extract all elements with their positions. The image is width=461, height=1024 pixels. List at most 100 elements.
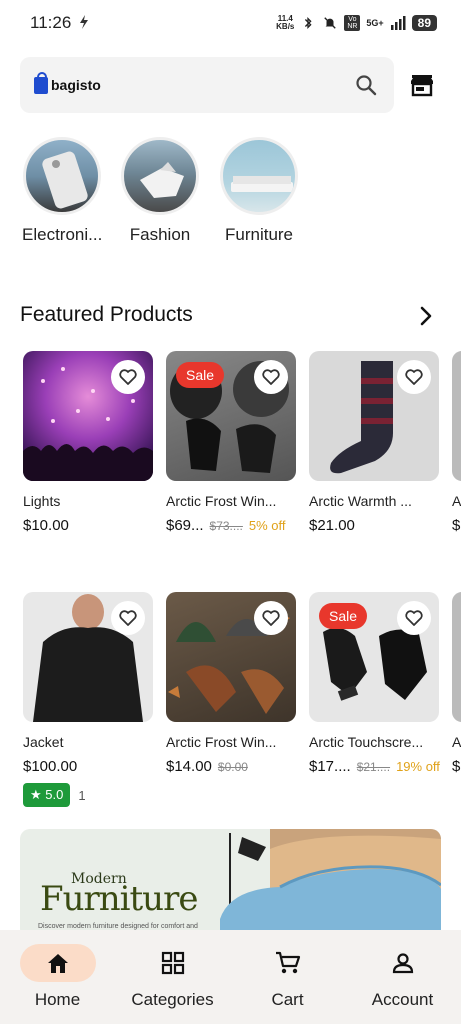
product-image	[23, 592, 153, 722]
product-name: Arctic Warmth ...	[309, 493, 412, 509]
wishlist-button[interactable]	[397, 601, 431, 635]
original-price: $0.00	[217, 760, 248, 774]
category-image	[121, 137, 199, 215]
nav-pill	[135, 944, 211, 982]
product-price: $100.00	[23, 758, 78, 775]
original-price: $21....	[356, 760, 391, 774]
rating-count: 1	[78, 787, 86, 803]
wishlist-button[interactable]	[111, 360, 145, 394]
price-row: $100.00	[23, 758, 153, 775]
category-electronics[interactable]: Electroni...	[22, 137, 102, 245]
nav-label: Cart	[271, 990, 304, 1009]
rating-badge: ★ 5.0	[23, 783, 71, 807]
product-price: $14.00	[166, 758, 212, 775]
product-price: $10.00	[23, 517, 69, 534]
battery-indicator: 89	[411, 15, 437, 31]
product-card-partial[interactable]: A $	[452, 351, 461, 534]
sale-badge: Sale	[176, 362, 225, 388]
product-name: Arctic Touchscre...	[309, 734, 424, 750]
bluetooth-icon	[305, 17, 312, 29]
signal-icon	[390, 16, 406, 30]
banner-title: Furniture	[40, 879, 198, 919]
search-bar[interactable]: bagisto	[20, 57, 394, 113]
shopping-bag-icon	[34, 71, 48, 94]
product-card-arctic-frost[interactable]: Sale Arctic Frost Win... $69... $73.... …	[166, 351, 296, 534]
product-image	[23, 351, 153, 481]
category-label: Fashion	[129, 225, 191, 244]
product-card-arctic-frost-2[interactable]: Arctic Frost Win... $14.00 $0.00	[166, 592, 296, 775]
product-image	[452, 351, 461, 481]
promo-banner[interactable]: Modern Furniture Discover modern furnitu…	[20, 829, 441, 939]
heart-icon	[405, 369, 423, 385]
heart-icon	[405, 610, 423, 626]
heart-icon	[262, 610, 280, 626]
price-row: $69... $73.... 5% off	[166, 517, 296, 534]
status-indicators: 11.4 KB/s Vo NR 5G+ 89	[276, 15, 437, 31]
wishlist-button[interactable]	[111, 601, 145, 635]
nav-home[interactable]: Home	[0, 930, 115, 1024]
discount-label: 5% off	[248, 518, 286, 533]
home-icon	[47, 954, 68, 973]
product-image: Sale	[166, 351, 296, 481]
activity-icon	[79, 14, 89, 32]
bagisto-logo: bagisto	[34, 71, 101, 94]
product-card-lights[interactable]: Lights $10.00	[23, 351, 153, 534]
banner-subtitle: Discover modern furniture designed for c…	[38, 923, 198, 930]
product-price: $	[452, 758, 461, 775]
discount-label: 19% off	[396, 759, 440, 774]
cart-icon	[275, 951, 300, 974]
mute-icon	[324, 17, 337, 29]
category-image	[220, 137, 298, 215]
heart-icon	[119, 610, 137, 626]
product-card-partial[interactable]: A $	[452, 592, 461, 775]
featured-products-title: Featured Products	[20, 303, 193, 326]
category-label: Furniture	[224, 225, 294, 244]
rating-row: ★ 5.0 1	[23, 783, 153, 807]
product-card-jacket[interactable]: Jacket $100.00 ★ 5.0 1	[23, 592, 153, 807]
product-price: $69...	[166, 517, 204, 534]
product-image	[309, 351, 439, 481]
heart-icon	[119, 369, 137, 385]
product-price: $17....	[309, 758, 351, 775]
product-card-arctic-touchscreen[interactable]: Sale Arctic Touchscre... $17.... $21....…	[309, 592, 440, 775]
product-name: Arctic Frost Win...	[166, 734, 277, 750]
product-card-arctic-warmth[interactable]: Arctic Warmth ... $21.00	[309, 351, 439, 534]
status-time: 11:26	[30, 13, 72, 32]
sale-badge: Sale	[319, 603, 368, 629]
product-image	[166, 592, 296, 722]
product-name: Jacket	[23, 734, 64, 750]
wishlist-button[interactable]	[397, 360, 431, 394]
volte-badge: Vo NR	[344, 15, 361, 31]
price-row: $	[452, 758, 461, 775]
nav-label: Categories	[131, 990, 214, 1009]
nav-account[interactable]: Account	[345, 930, 460, 1024]
nav-label: Account	[371, 990, 434, 1009]
product-name: Lights	[23, 493, 61, 509]
price-row: $10.00	[23, 517, 153, 534]
nav-categories[interactable]: Categories	[115, 930, 230, 1024]
chevron-right-icon[interactable]	[414, 304, 438, 328]
search-icon[interactable]	[354, 73, 378, 97]
product-price: $	[452, 517, 461, 534]
price-row: $17.... $21.... 19% off	[309, 758, 440, 775]
star-icon: ★	[30, 787, 42, 802]
product-image: Sale	[309, 592, 439, 722]
wishlist-button[interactable]	[254, 601, 288, 635]
category-image	[23, 137, 101, 215]
category-fashion[interactable]: Fashion	[120, 137, 200, 245]
nav-cart[interactable]: Cart	[230, 930, 345, 1024]
heart-icon	[262, 369, 280, 385]
wishlist-button[interactable]	[254, 360, 288, 394]
bottom-navigation: Home Categories Cart Account	[0, 930, 461, 1024]
status-bar: 11:26 11.4 KB/s Vo NR 5G+ 89	[0, 0, 461, 46]
network-type: 5G+	[366, 18, 384, 28]
product-name: A	[452, 493, 461, 509]
store-icon[interactable]	[409, 72, 435, 98]
product-image	[452, 592, 461, 722]
price-row: $21.00	[309, 517, 439, 534]
nav-label: Home	[34, 990, 81, 1009]
network-speed: 11.4 KB/s	[276, 14, 295, 31]
category-furniture[interactable]: Furniture	[219, 137, 299, 245]
nav-pill	[19, 944, 96, 982]
price-row: $14.00 $0.00	[166, 758, 296, 775]
